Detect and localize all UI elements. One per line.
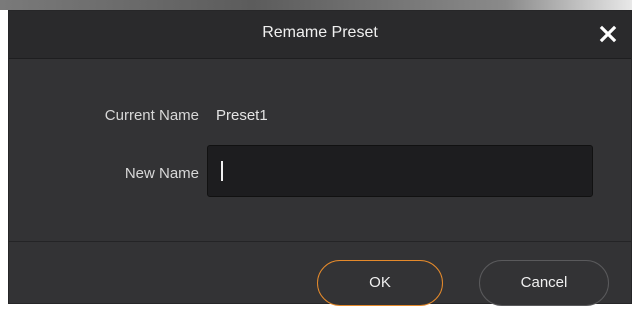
dialog-titlebar[interactable]: Remame Preset xyxy=(9,11,631,59)
rename-preset-dialog: Remame Preset Current Name Preset1 New N… xyxy=(8,10,632,306)
background-window-strip xyxy=(0,0,632,10)
close-icon xyxy=(599,25,617,43)
current-name-value: Preset1 xyxy=(216,107,268,124)
close-button[interactable] xyxy=(593,19,623,49)
ok-button[interactable]: OK xyxy=(317,260,443,306)
screen: Remame Preset Current Name Preset1 New N… xyxy=(0,0,632,324)
dialog-title: Remame Preset xyxy=(262,24,378,41)
current-name-label: Current Name xyxy=(104,107,199,124)
footer-divider xyxy=(9,241,631,242)
cancel-button[interactable]: Cancel xyxy=(479,260,609,306)
new-name-label: New Name xyxy=(124,165,199,182)
new-name-input[interactable] xyxy=(207,145,593,197)
text-caret xyxy=(221,161,223,181)
